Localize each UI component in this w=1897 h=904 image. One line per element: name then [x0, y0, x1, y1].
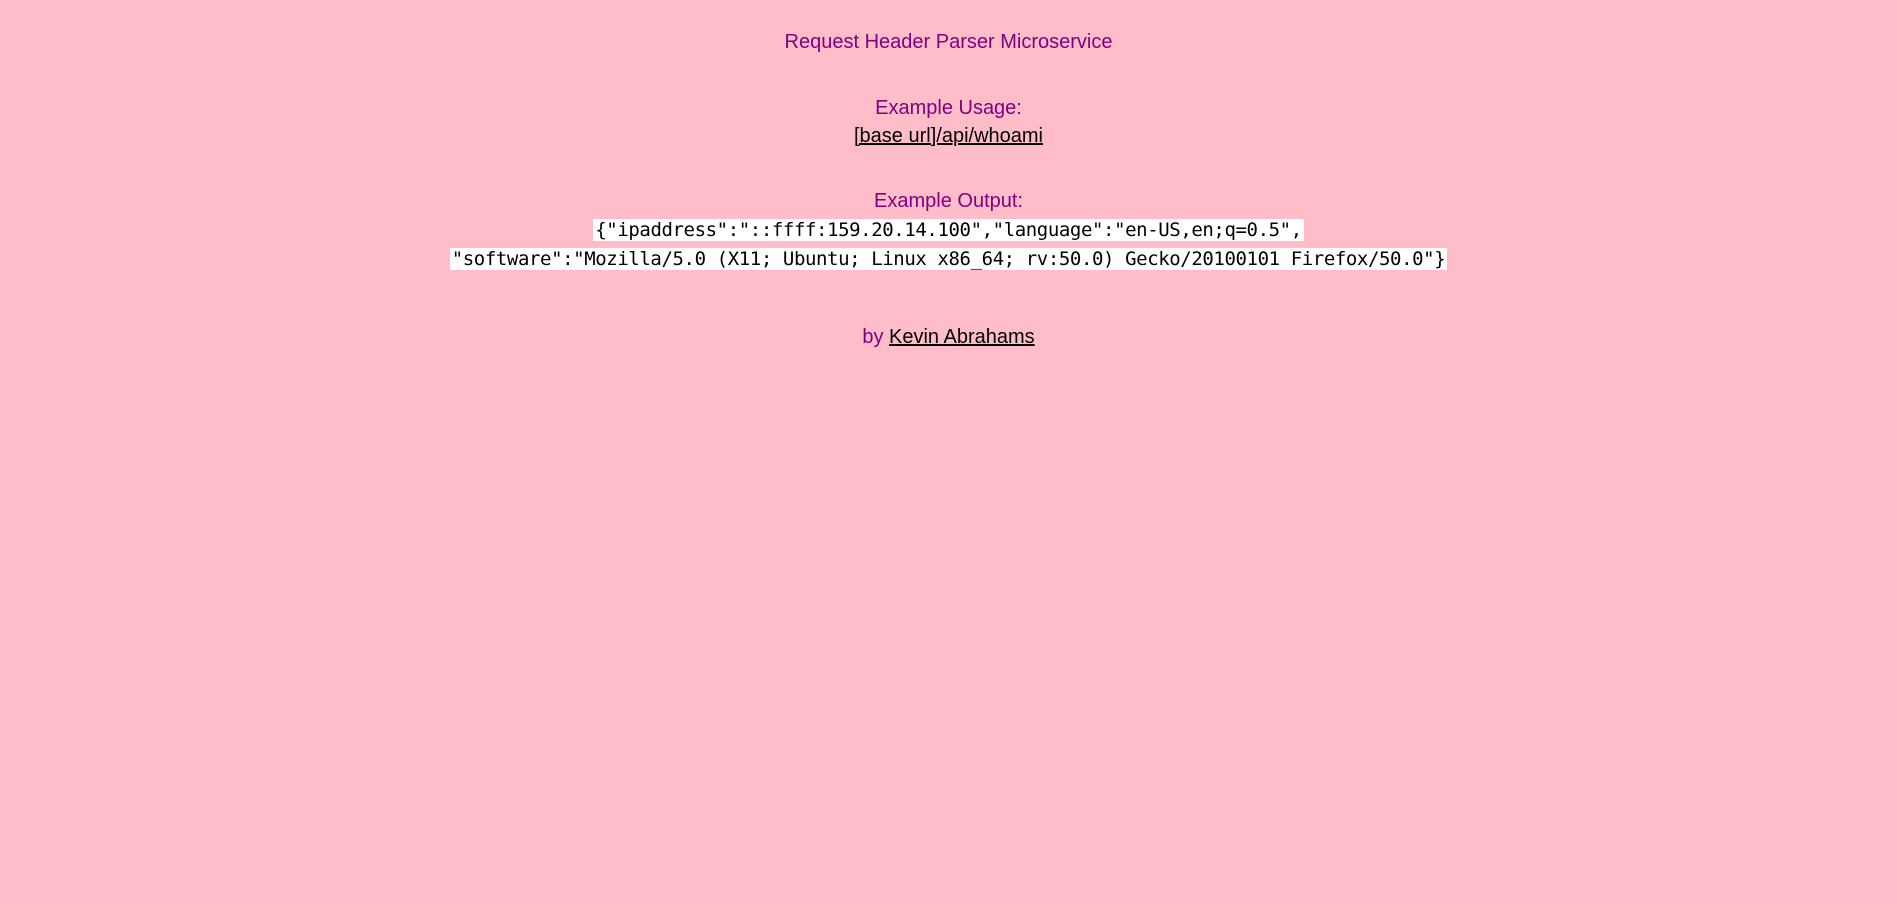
- by-label: by: [862, 326, 884, 348]
- usage-link-row: [base url]/api/whoami: [0, 124, 1897, 148]
- output-line-1: {"ipaddress":"::ffff:159.20.14.100","lan…: [0, 216, 1897, 245]
- output-line-2: "software":"Mozilla/5.0 (X11; Ubuntu; Li…: [0, 245, 1897, 274]
- example-output-code: {"ipaddress":"::ffff:159.20.14.100","lan…: [0, 216, 1897, 274]
- output-line-2-text: "software":"Mozilla/5.0 (X11; Ubuntu; Li…: [449, 248, 1448, 270]
- api-usage-link[interactable]: [base url]/api/whoami: [854, 125, 1043, 147]
- output-heading: Example Output:: [874, 190, 1023, 212]
- usage-heading: Example Usage:: [875, 97, 1022, 119]
- output-line-1-text: {"ipaddress":"::ffff:159.20.14.100","lan…: [593, 219, 1304, 241]
- author-link[interactable]: Kevin Abrahams: [889, 326, 1035, 348]
- page-title: Request Header Parser Microservice: [784, 31, 1113, 53]
- byline: by Kevin Abrahams: [0, 325, 1897, 349]
